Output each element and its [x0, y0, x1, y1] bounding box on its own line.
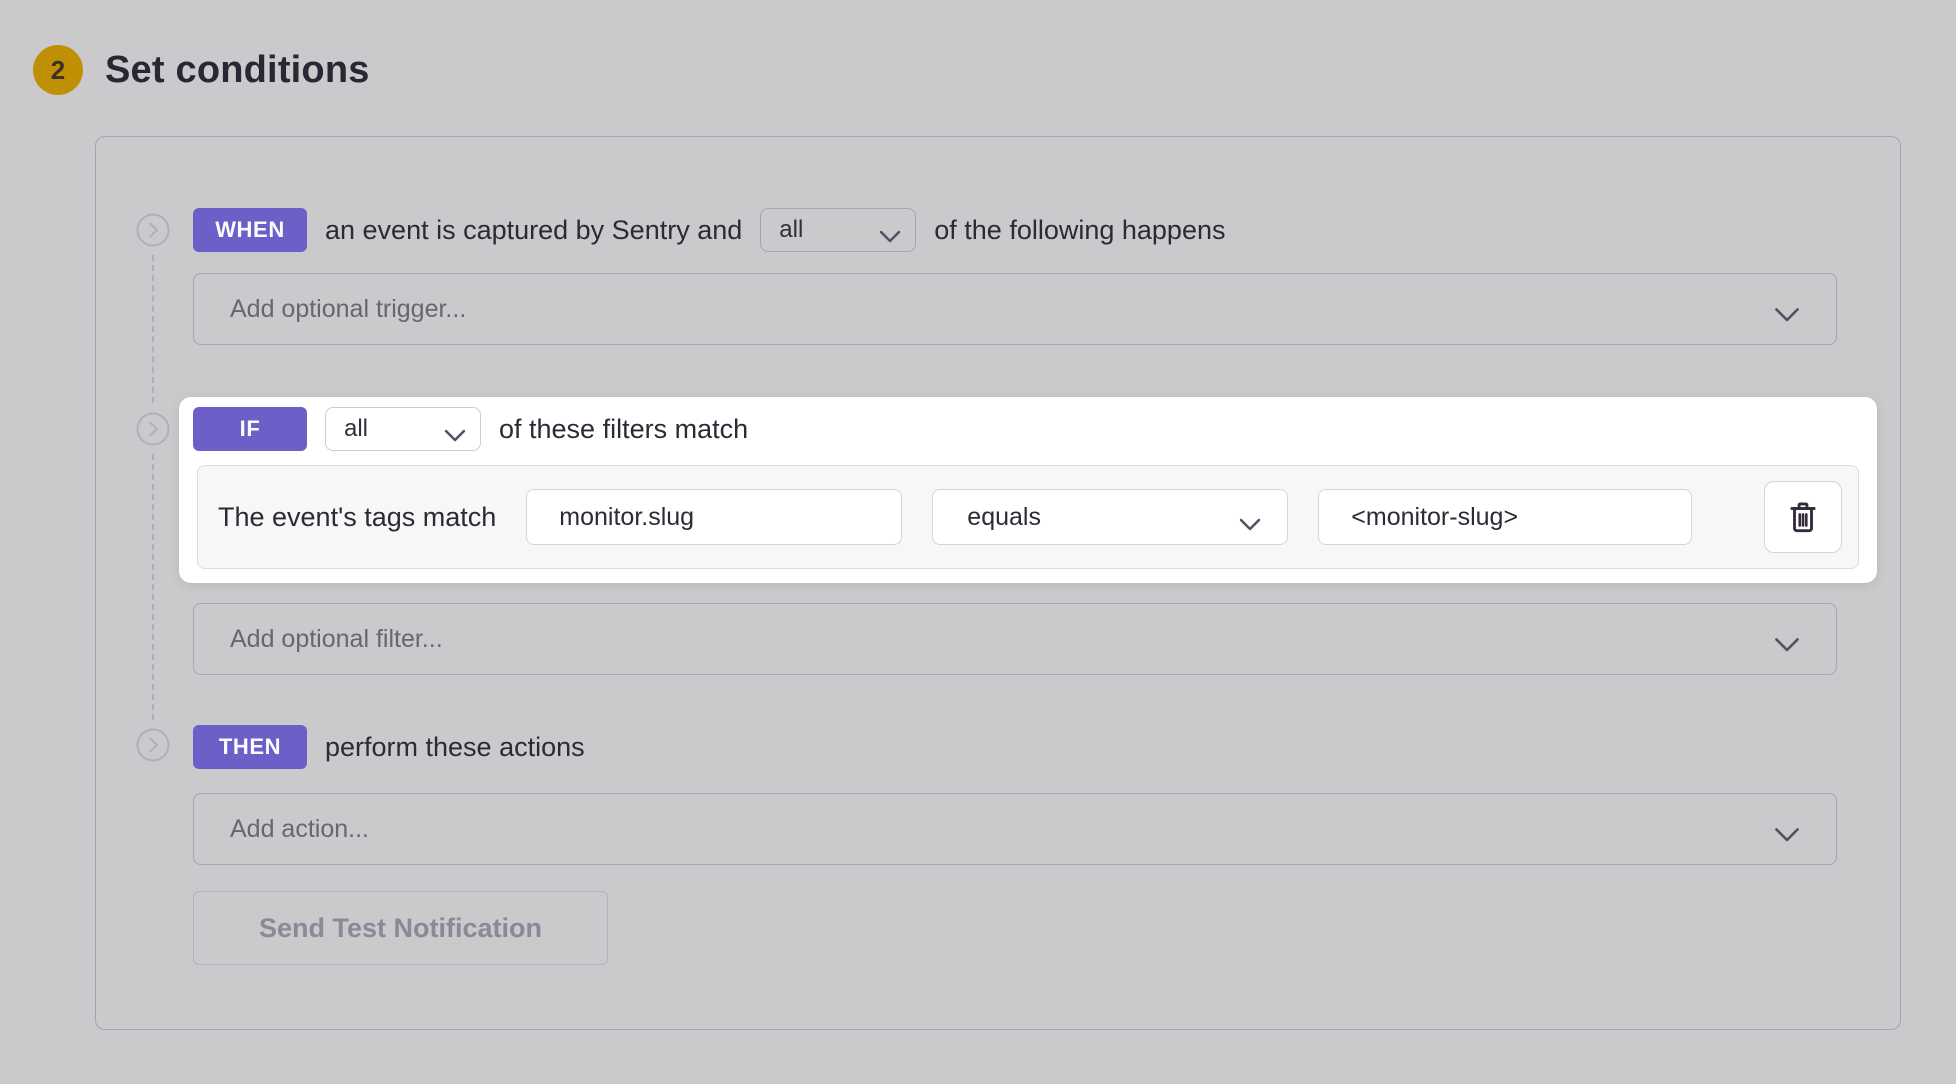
- when-text-before: an event is captured by Sentry and: [325, 215, 742, 246]
- step-number-badge: 2: [33, 45, 83, 95]
- filter-match-select[interactable]: equals: [932, 489, 1288, 545]
- then-badge: THEN: [193, 725, 307, 769]
- filter-match-select-value: equals: [967, 503, 1041, 532]
- add-filter-select[interactable]: Add optional filter...: [193, 603, 1837, 675]
- rail-connector: [152, 255, 154, 403]
- chevron-right-circle-icon: [136, 728, 170, 762]
- chevron-down-icon: [1774, 821, 1800, 837]
- add-action-placeholder: Add action...: [230, 815, 369, 844]
- filter-condition-label: The event's tags match: [218, 502, 496, 533]
- chevron-down-icon: [1774, 301, 1800, 317]
- add-filter-placeholder: Add optional filter...: [230, 625, 443, 654]
- set-conditions-page: 2 Set conditions WHEN an event is captur…: [0, 0, 1956, 1084]
- then-row: THEN perform these actions: [193, 725, 1837, 769]
- when-match-select-value: all: [779, 216, 803, 244]
- chevron-down-icon: [1239, 510, 1261, 524]
- then-text-after: perform these actions: [325, 732, 585, 763]
- filter-key-input[interactable]: [526, 489, 902, 545]
- chevron-down-icon: [879, 223, 901, 237]
- when-match-select[interactable]: all: [760, 208, 916, 252]
- when-badge: WHEN: [193, 208, 307, 252]
- add-action-select[interactable]: Add action...: [193, 793, 1837, 865]
- chevron-down-icon: [1774, 631, 1800, 647]
- chevron-down-icon: [444, 422, 466, 436]
- trash-icon: [1787, 500, 1819, 534]
- add-trigger-select[interactable]: Add optional trigger...: [193, 273, 1837, 345]
- section-header: 2 Set conditions: [33, 45, 370, 95]
- if-row: IF all of these filters match: [193, 407, 1859, 451]
- add-trigger-placeholder: Add optional trigger...: [230, 295, 466, 324]
- chevron-right-circle-icon: [136, 412, 170, 446]
- rail-connector: [152, 454, 154, 720]
- send-test-notification-button[interactable]: Send Test Notification: [193, 891, 608, 965]
- delete-condition-button[interactable]: [1764, 481, 1842, 553]
- if-text-after: of these filters match: [499, 414, 748, 445]
- rules-panel: WHEN an event is captured by Sentry and …: [95, 136, 1901, 1030]
- if-match-select-value: all: [344, 415, 368, 443]
- page-title: Set conditions: [105, 49, 370, 92]
- filter-value-input[interactable]: [1318, 489, 1692, 545]
- when-text-after: of the following happens: [934, 215, 1225, 246]
- if-badge: IF: [193, 407, 307, 451]
- filter-condition-row: The event's tags match equals: [197, 465, 1859, 569]
- if-condition-card: IF all of these filters match The event'…: [179, 397, 1877, 583]
- if-match-select[interactable]: all: [325, 407, 481, 451]
- chevron-right-circle-icon: [136, 213, 170, 247]
- when-row: WHEN an event is captured by Sentry and …: [193, 208, 1837, 252]
